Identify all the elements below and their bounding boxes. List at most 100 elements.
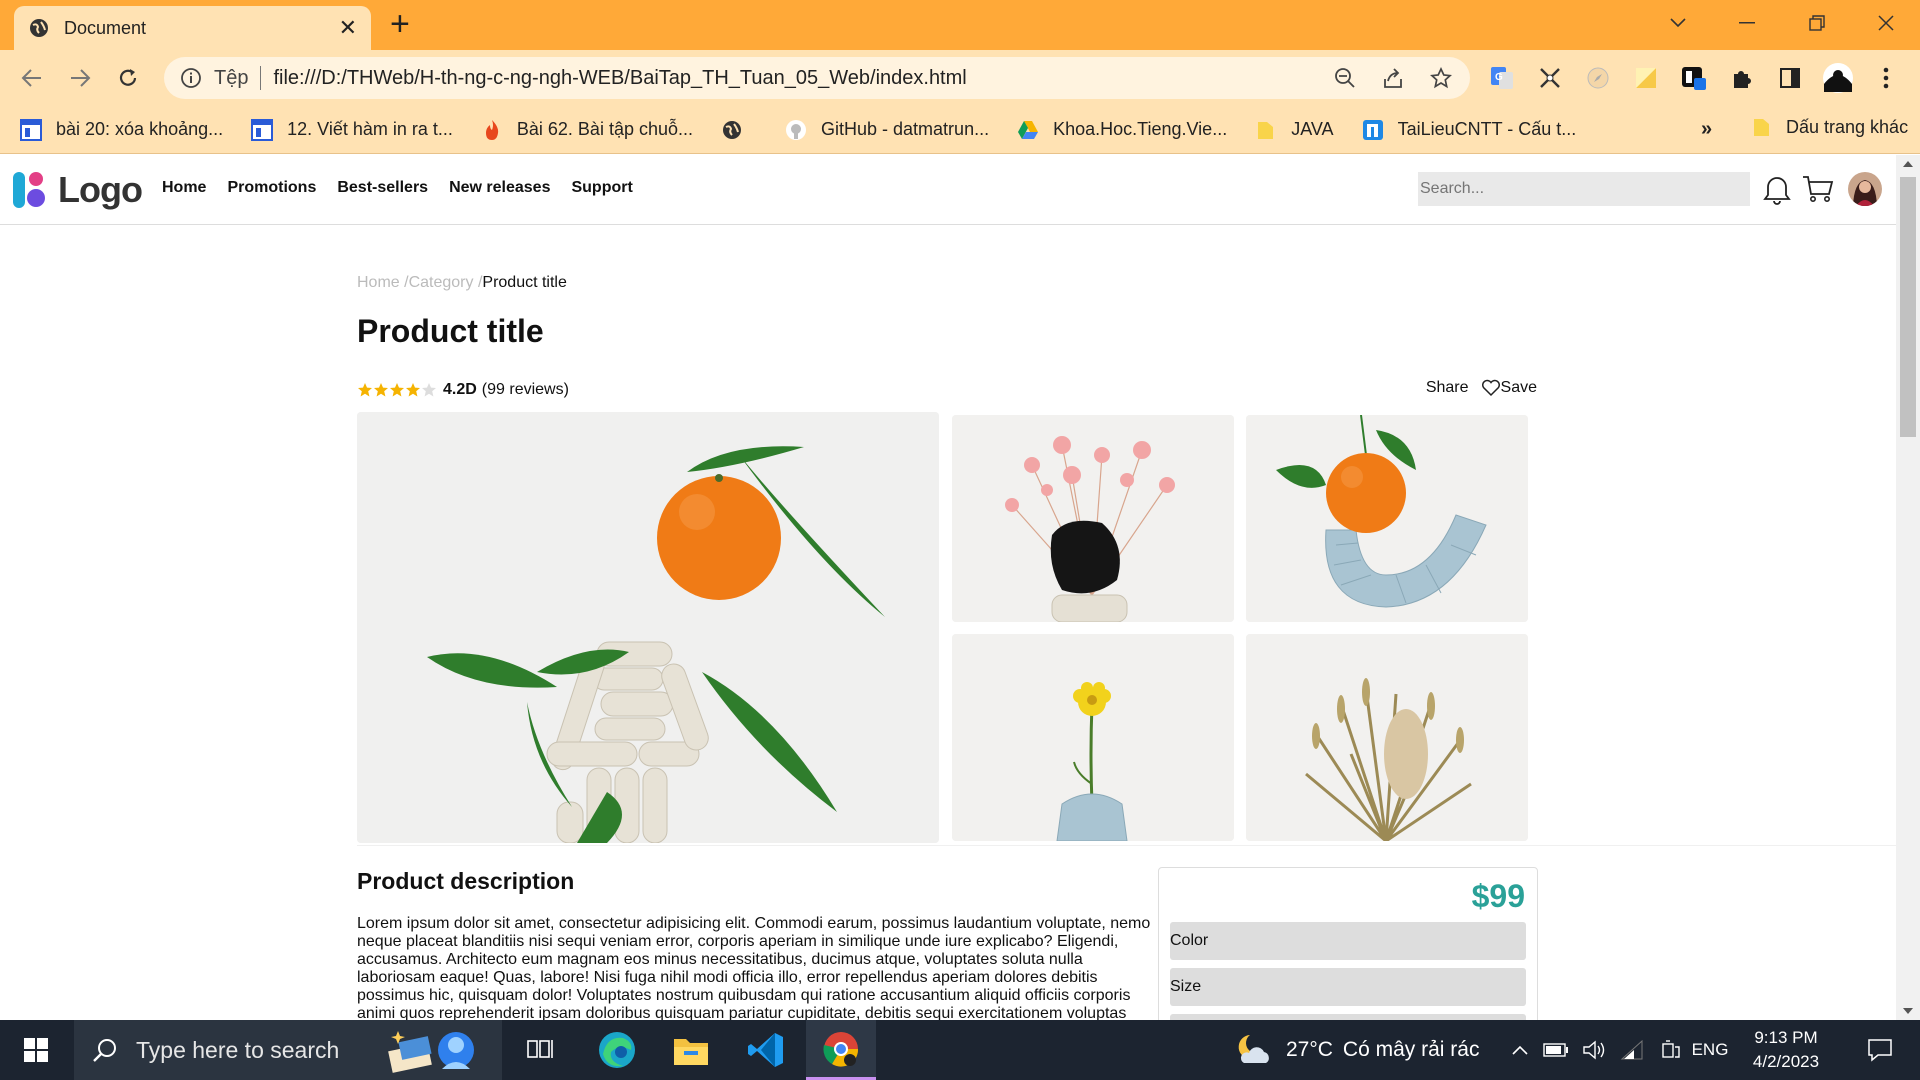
- nav-promotions[interactable]: Promotions: [227, 179, 316, 197]
- info-icon[interactable]: [180, 67, 202, 89]
- input-language-indicator[interactable]: ENG: [1690, 1020, 1730, 1080]
- product-thumbnail-1[interactable]: [952, 415, 1234, 622]
- share-page-icon[interactable]: [1380, 65, 1406, 91]
- extensions-puzzle-icon[interactable]: [1726, 62, 1758, 94]
- bookmark-item[interactable]: TaiLieuCNTT - Cấu t...: [1362, 119, 1576, 141]
- connect-device-icon[interactable]: [1654, 1020, 1686, 1080]
- reload-button[interactable]: [112, 62, 144, 94]
- tab-close-icon[interactable]: ✕: [339, 15, 357, 41]
- scroll-down-arrow-icon[interactable]: [1903, 1008, 1913, 1014]
- nav-best-sellers[interactable]: Best-sellers: [337, 179, 428, 197]
- site-logo[interactable]: Logo: [12, 169, 143, 211]
- weather-temp: 27°C: [1286, 1038, 1333, 1061]
- wifi-icon[interactable]: [1616, 1020, 1648, 1080]
- chrome-app-button[interactable]: [806, 1020, 876, 1080]
- nav-home[interactable]: Home: [162, 179, 206, 197]
- start-button[interactable]: [0, 1020, 72, 1080]
- section-divider: [357, 845, 1896, 846]
- cart-icon[interactable]: [1801, 171, 1835, 207]
- save-button[interactable]: Save: [1501, 379, 1537, 397]
- weather-widget[interactable]: 27°C Có mây rải rác: [1234, 1020, 1479, 1080]
- flame-icon: [485, 119, 499, 140]
- bookmarks-overflow-button[interactable]: »: [1701, 118, 1712, 141]
- tab-search-chevron-icon[interactable]: [1658, 8, 1698, 38]
- action-center-button[interactable]: [1852, 1020, 1908, 1080]
- side-panel-icon[interactable]: [1774, 62, 1806, 94]
- other-bookmarks-label: Dấu trang khác: [1786, 116, 1909, 137]
- vscode-app-button[interactable]: [731, 1020, 801, 1080]
- scroll-up-arrow-icon[interactable]: [1903, 161, 1913, 167]
- page-scrollbar[interactable]: [1896, 155, 1920, 1020]
- clock-date: 4/2/2023: [1752, 1052, 1820, 1071]
- user-avatar[interactable]: [1848, 172, 1882, 206]
- nav-new-releases[interactable]: New releases: [449, 179, 550, 197]
- new-tab-button[interactable]: +: [390, 7, 410, 41]
- product-thumbnail-3[interactable]: [952, 634, 1234, 841]
- browser-tab-active[interactable]: Document ✕: [14, 6, 371, 50]
- svg-text:G: G: [1495, 72, 1503, 83]
- size-select[interactable]: Size: [1170, 968, 1526, 1006]
- edge-app-button[interactable]: [582, 1020, 652, 1080]
- bookmark-item[interactable]: Khoa.Hoc.Tieng.Vie...: [1017, 119, 1227, 141]
- windows-taskbar: Type here to search 27°C Có mây rải rác: [0, 1020, 1920, 1080]
- clock-time: 9:13 PM: [1754, 1028, 1818, 1047]
- tab-manager-extension-icon[interactable]: [1678, 62, 1710, 94]
- restore-button[interactable]: [1797, 8, 1837, 38]
- show-hidden-icons-chevron-icon[interactable]: [1508, 1020, 1532, 1080]
- product-title: Product title: [357, 313, 544, 349]
- url-scheme-label: Tệp: [214, 66, 249, 89]
- color-extension-icon[interactable]: [1630, 62, 1662, 94]
- github-icon: [786, 119, 807, 140]
- heart-icon[interactable]: [1481, 379, 1501, 397]
- other-bookmarks-folder[interactable]: Dấu trang khác: [1752, 116, 1908, 138]
- breadcrumb-category[interactable]: Category /: [409, 274, 483, 291]
- nav-support[interactable]: Support: [571, 179, 632, 197]
- tools-extension-icon[interactable]: [1534, 62, 1566, 94]
- breadcrumb-home[interactable]: Home /: [357, 274, 409, 291]
- google-translate-icon[interactable]: G: [1486, 62, 1518, 94]
- zoom-out-icon[interactable]: [1332, 65, 1358, 91]
- folder-icon: [674, 1039, 708, 1065]
- system-clock[interactable]: 9:13 PM 4/2/2023: [1748, 1026, 1824, 1074]
- bookmark-item[interactable]: GitHub - datmatrun...: [785, 119, 989, 141]
- close-window-button[interactable]: [1866, 8, 1906, 38]
- edge-icon: [599, 1032, 635, 1068]
- bookmark-item[interactable]: [721, 119, 757, 141]
- product-description-title: Product description: [357, 868, 575, 894]
- back-button[interactable]: [16, 62, 48, 94]
- volume-icon[interactable]: [1578, 1020, 1610, 1080]
- product-thumbnail-4[interactable]: [1246, 634, 1528, 841]
- battery-icon[interactable]: [1540, 1020, 1572, 1080]
- logo-text: Logo: [58, 169, 143, 210]
- search-highlight-illustration-icon: [388, 1031, 474, 1073]
- bookmark-label: GitHub - datmatrun...: [821, 119, 990, 139]
- bookmark-item[interactable]: bài 20: xóa khoảng...: [20, 118, 223, 141]
- bookmark-label: 12. Viết hàm in ra t...: [287, 119, 453, 139]
- bookmark-item[interactable]: 12. Viết hàm in ra t...: [251, 118, 453, 141]
- main-nav: Home Promotions Best-sellers New release…: [162, 179, 654, 197]
- bookmark-item[interactable]: Bài 62. Bài tập chuỗ...: [481, 119, 693, 141]
- minimize-button[interactable]: [1727, 8, 1767, 38]
- bookmark-star-icon[interactable]: [1428, 65, 1454, 91]
- bookmark-item[interactable]: JAVA: [1255, 119, 1334, 141]
- url-text[interactable]: file:///D:/THWeb/H-th-ng-c-ng-ngh-WEB/Ba…: [273, 67, 1310, 90]
- color-select[interactable]: Color: [1170, 922, 1526, 960]
- taskbar-search-box[interactable]: Type here to search: [74, 1020, 502, 1080]
- site-header: Logo Home Promotions Best-sellers New re…: [0, 155, 1896, 225]
- task-view-icon: [527, 1040, 553, 1058]
- profile-avatar-icon[interactable]: [1822, 62, 1854, 94]
- product-thumbnail-2[interactable]: [1246, 415, 1528, 622]
- scrollbar-thumb[interactable]: [1900, 177, 1916, 437]
- task-view-button[interactable]: [505, 1020, 575, 1080]
- browser-menu-icon[interactable]: [1870, 62, 1902, 94]
- bell-icon[interactable]: [1760, 171, 1794, 207]
- product-main-image[interactable]: [357, 412, 939, 843]
- file-explorer-app-button[interactable]: [656, 1020, 726, 1080]
- share-button[interactable]: Share: [1426, 379, 1469, 397]
- review-count[interactable]: (99 reviews): [482, 381, 569, 399]
- site-search-input[interactable]: [1418, 172, 1750, 206]
- compass-extension-icon[interactable]: [1582, 62, 1614, 94]
- address-bar[interactable]: Tệp file:///D:/THWeb/H-th-ng-c-ng-ngh-WE…: [164, 57, 1470, 99]
- rating-score: 4.2D: [443, 381, 477, 398]
- forward-button[interactable]: [64, 62, 96, 94]
